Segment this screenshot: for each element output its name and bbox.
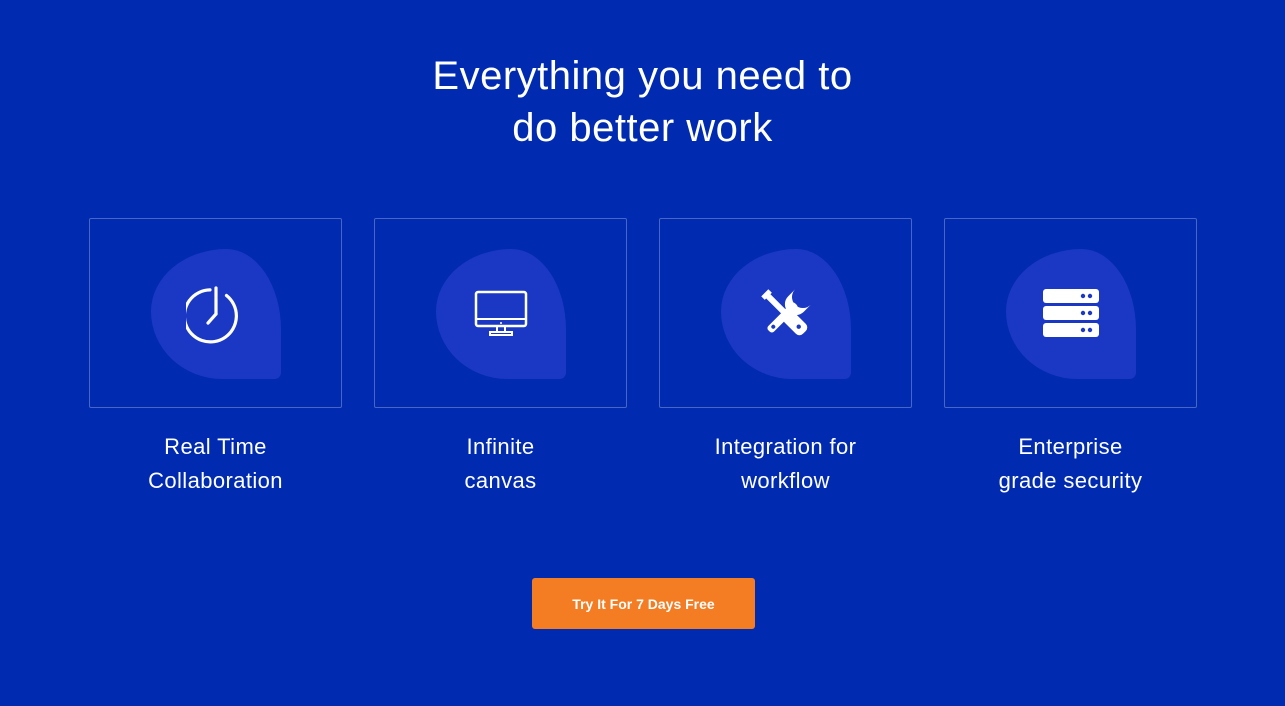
feature-card-integration: [659, 218, 912, 408]
feature-card-security: [944, 218, 1197, 408]
feature-title-collaboration: Real Time Collaboration: [88, 430, 343, 498]
feature-title-line-2: canvas: [464, 468, 537, 493]
tools-icon: [756, 284, 816, 344]
monitor-icon: [471, 284, 531, 344]
section-heading-line-1: Everything you need to: [432, 54, 853, 98]
feature-title-integration: Integration for workflow: [658, 430, 913, 498]
clock-icon: [186, 284, 246, 344]
feature-title-line-1: Enterprise: [1018, 434, 1123, 459]
section-heading-line-2: do better work: [512, 106, 773, 150]
section-heading: Everything you need to do better work: [0, 50, 1285, 154]
feature-title-line-2: workflow: [741, 468, 830, 493]
feature-title-line-1: Real Time: [164, 434, 267, 459]
feature-title-line-2: Collaboration: [148, 468, 283, 493]
feature-title-canvas: Infinite canvas: [373, 430, 628, 498]
feature-title-line-1: Integration for: [714, 434, 857, 459]
feature-title-security: Enterprise grade security: [943, 430, 1198, 498]
feature-card-collaboration: [89, 218, 342, 408]
feature-title-line-1: Infinite: [466, 434, 535, 459]
feature-card-canvas: [374, 218, 627, 408]
server-icon: [1041, 284, 1101, 344]
free-trial-button[interactable]: Try It For 7 Days Free: [532, 578, 755, 629]
feature-title-line-2: grade security: [998, 468, 1143, 493]
